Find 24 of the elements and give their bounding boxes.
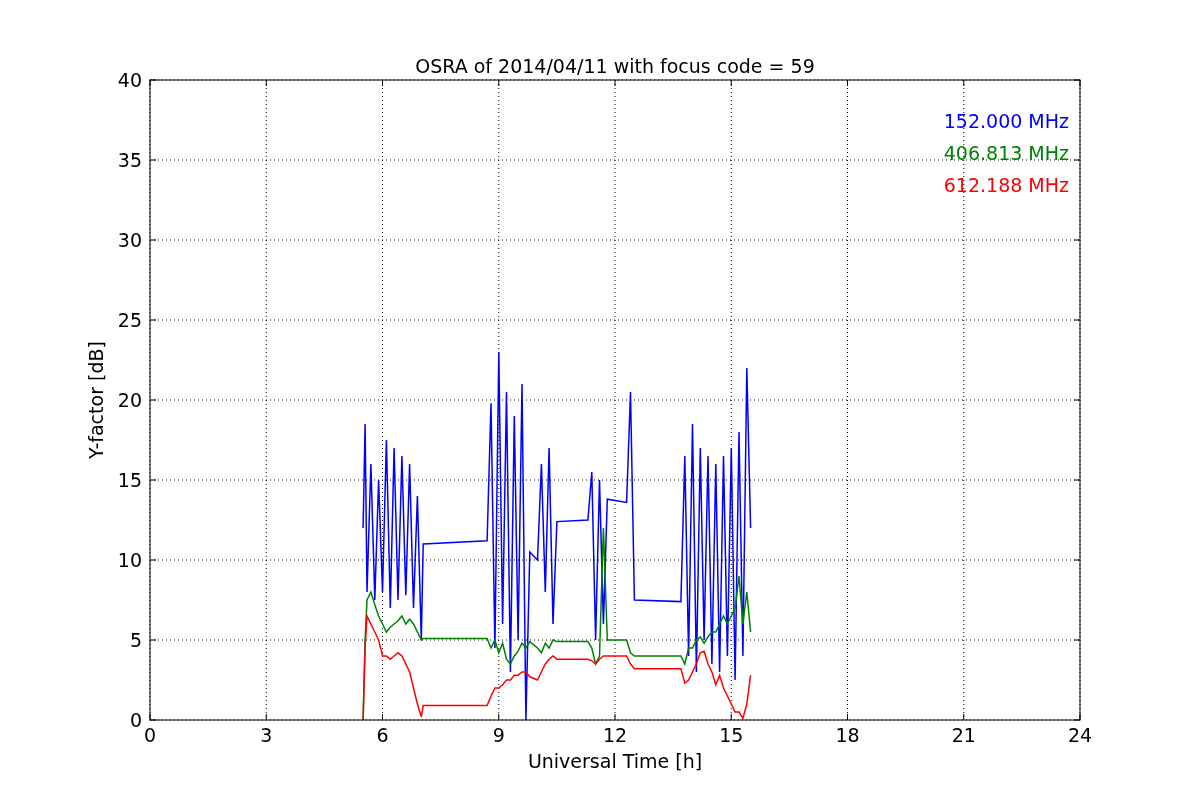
legend-label: 152.000 MHz (943, 110, 1069, 132)
x-tick-label: 3 (260, 724, 273, 746)
y-tick-label: 30 (117, 229, 142, 251)
x-tick-label: 18 (835, 724, 860, 746)
x-axis-label: Universal Time [h] (527, 750, 703, 772)
x-tick-label: 12 (602, 724, 628, 746)
legend-label: 406.813 MHz (943, 142, 1069, 164)
y-axis-label: Y-factor [dB] (85, 341, 107, 459)
x-tick-label: 9 (492, 724, 505, 746)
x-tick-label: 15 (719, 724, 744, 746)
x-tick-label: 21 (951, 724, 976, 746)
y-tick-label: 10 (117, 549, 142, 571)
y-tick-label: 5 (129, 629, 142, 651)
legend-label: 612.188 MHz (943, 174, 1069, 196)
x-tick-label: 24 (1067, 724, 1093, 746)
y-tick-label: 40 (117, 69, 142, 91)
x-tick-label: 0 (143, 724, 157, 746)
y-tick-label: 15 (117, 469, 142, 491)
chart-title: OSRA of 2014/04/11 with focus code = 59 (415, 55, 815, 77)
x-tick-label: 6 (376, 724, 389, 746)
y-tick-label: 20 (117, 389, 142, 411)
y-tick-label: 0 (129, 709, 142, 731)
y-tick-label: 35 (117, 149, 142, 171)
y-tick-label: 25 (117, 309, 142, 331)
